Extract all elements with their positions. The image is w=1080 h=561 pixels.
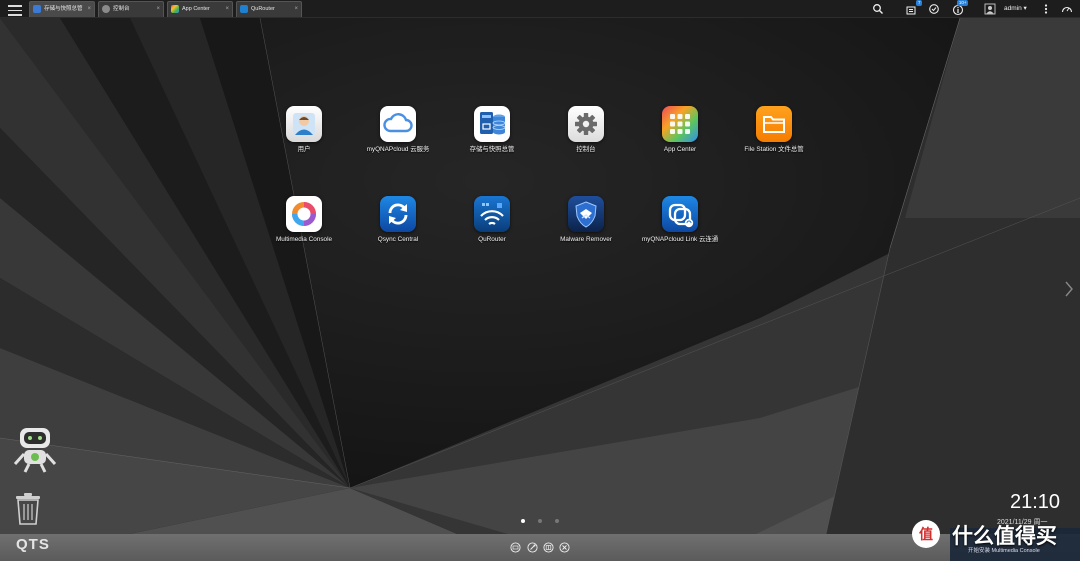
folder-icon [756, 106, 792, 142]
more-icon[interactable] [1040, 3, 1052, 15]
storage-icon [474, 106, 510, 142]
desktop-background [0, 18, 1080, 561]
cloud-icon [380, 106, 416, 142]
multimedia-icon [286, 196, 322, 232]
page-dot-1[interactable] [521, 519, 525, 523]
user-icon[interactable] [984, 3, 996, 15]
app-label: myQNAPcloud Link 云连通 [641, 236, 719, 243]
app-label: Malware Remover [560, 236, 612, 243]
app-malware-remover[interactable]: Malware Remover [541, 196, 631, 244]
storage-tab-icon [33, 5, 41, 13]
tab-app-center[interactable]: App Center × [167, 1, 233, 17]
app-label: Multimedia Console [275, 236, 333, 243]
tab-label: App Center [182, 6, 210, 12]
tab-control-panel[interactable]: 控制台 × [98, 1, 164, 17]
app-storage-snapshots[interactable]: 存储与快照总管 [447, 106, 537, 154]
sync-icon[interactable] [928, 3, 940, 15]
sync-icon [380, 196, 416, 232]
app-label: QuRouter [478, 236, 506, 243]
app-label: myQNAPcloud 云服务 [366, 146, 430, 153]
close-icon[interactable]: × [87, 2, 91, 16]
close-icon[interactable]: × [156, 2, 160, 16]
app-control-panel[interactable]: 控制台 [541, 106, 631, 154]
user-icon [286, 106, 322, 142]
app-file-station[interactable]: File Station 文件总管 [729, 106, 819, 154]
app-multimedia-console[interactable]: Multimedia Console [259, 196, 349, 244]
gear-icon [568, 106, 604, 142]
tab-storage-snapshots[interactable]: 存储与快照总管 × [29, 1, 95, 17]
close-icon[interactable]: × [225, 2, 229, 16]
close-icon[interactable]: × [294, 2, 298, 16]
shield-icon [568, 196, 604, 232]
app-qurouter[interactable]: QuRouter [447, 196, 537, 244]
taskbar: 存储与快照总管 × 控制台 × App Center × QuRouter × … [0, 0, 1080, 18]
tools-dock-icon[interactable] [527, 542, 538, 553]
tasks-badge: 7 [916, 0, 922, 6]
page-dot-2[interactable] [538, 519, 542, 523]
user-menu[interactable]: admin ▾ [1004, 4, 1027, 12]
next-page-arrow-icon[interactable] [1064, 280, 1074, 298]
clock: 21:10 [1010, 491, 1061, 513]
app-myqnapcloud-link[interactable]: myQNAPcloud Link 云连通 [635, 196, 725, 244]
page-dot-3[interactable] [555, 519, 559, 523]
app-app-center[interactable]: App Center [635, 106, 725, 154]
wifi-icon [474, 196, 510, 232]
dashboard-icon[interactable] [1061, 3, 1073, 15]
tab-label: 控制台 [113, 6, 130, 12]
search-icon[interactable] [872, 3, 884, 15]
windows-dock-icon[interactable] [543, 542, 554, 553]
app-label: 控制台 [576, 146, 596, 153]
app-grid-icon [662, 106, 698, 142]
tab-qurouter[interactable]: QuRouter × [236, 1, 302, 17]
link-icon [662, 196, 698, 232]
close-windows-dock-icon[interactable] [559, 542, 570, 553]
helpdesk-robot-icon[interactable] [12, 426, 60, 476]
tab-label: QuRouter [251, 6, 275, 12]
watermark-text: 什么值得买 [952, 525, 1057, 548]
qts-logo: QTS [16, 536, 50, 553]
dashboard-dock-icon[interactable] [510, 542, 521, 553]
app-center-tab-icon [171, 5, 179, 13]
app-qsync-central[interactable]: Qsync Central [353, 196, 443, 244]
app-users[interactable]: 用户 [259, 106, 349, 154]
notifications-button[interactable]: 10+ [952, 0, 968, 16]
app-label: 存储与快照总管 [469, 146, 515, 153]
main-menu-button[interactable] [4, 2, 26, 16]
app-label: Qsync Central [377, 236, 419, 243]
app-label: App Center [663, 146, 697, 153]
app-label: File Station 文件总管 [744, 146, 804, 153]
tab-label: 存储与快照总管 [44, 6, 83, 12]
notifications-badge: 10+ [957, 0, 968, 6]
app-myqnapcloud[interactable]: myQNAPcloud 云服务 [353, 106, 443, 154]
gear-tab-icon [102, 5, 110, 13]
qurouter-tab-icon [240, 5, 248, 13]
watermark-glyph: 值 [919, 526, 933, 543]
background-tasks-button[interactable]: 7 [906, 0, 922, 15]
app-label: 用户 [297, 146, 311, 153]
trash-icon[interactable] [14, 492, 42, 526]
